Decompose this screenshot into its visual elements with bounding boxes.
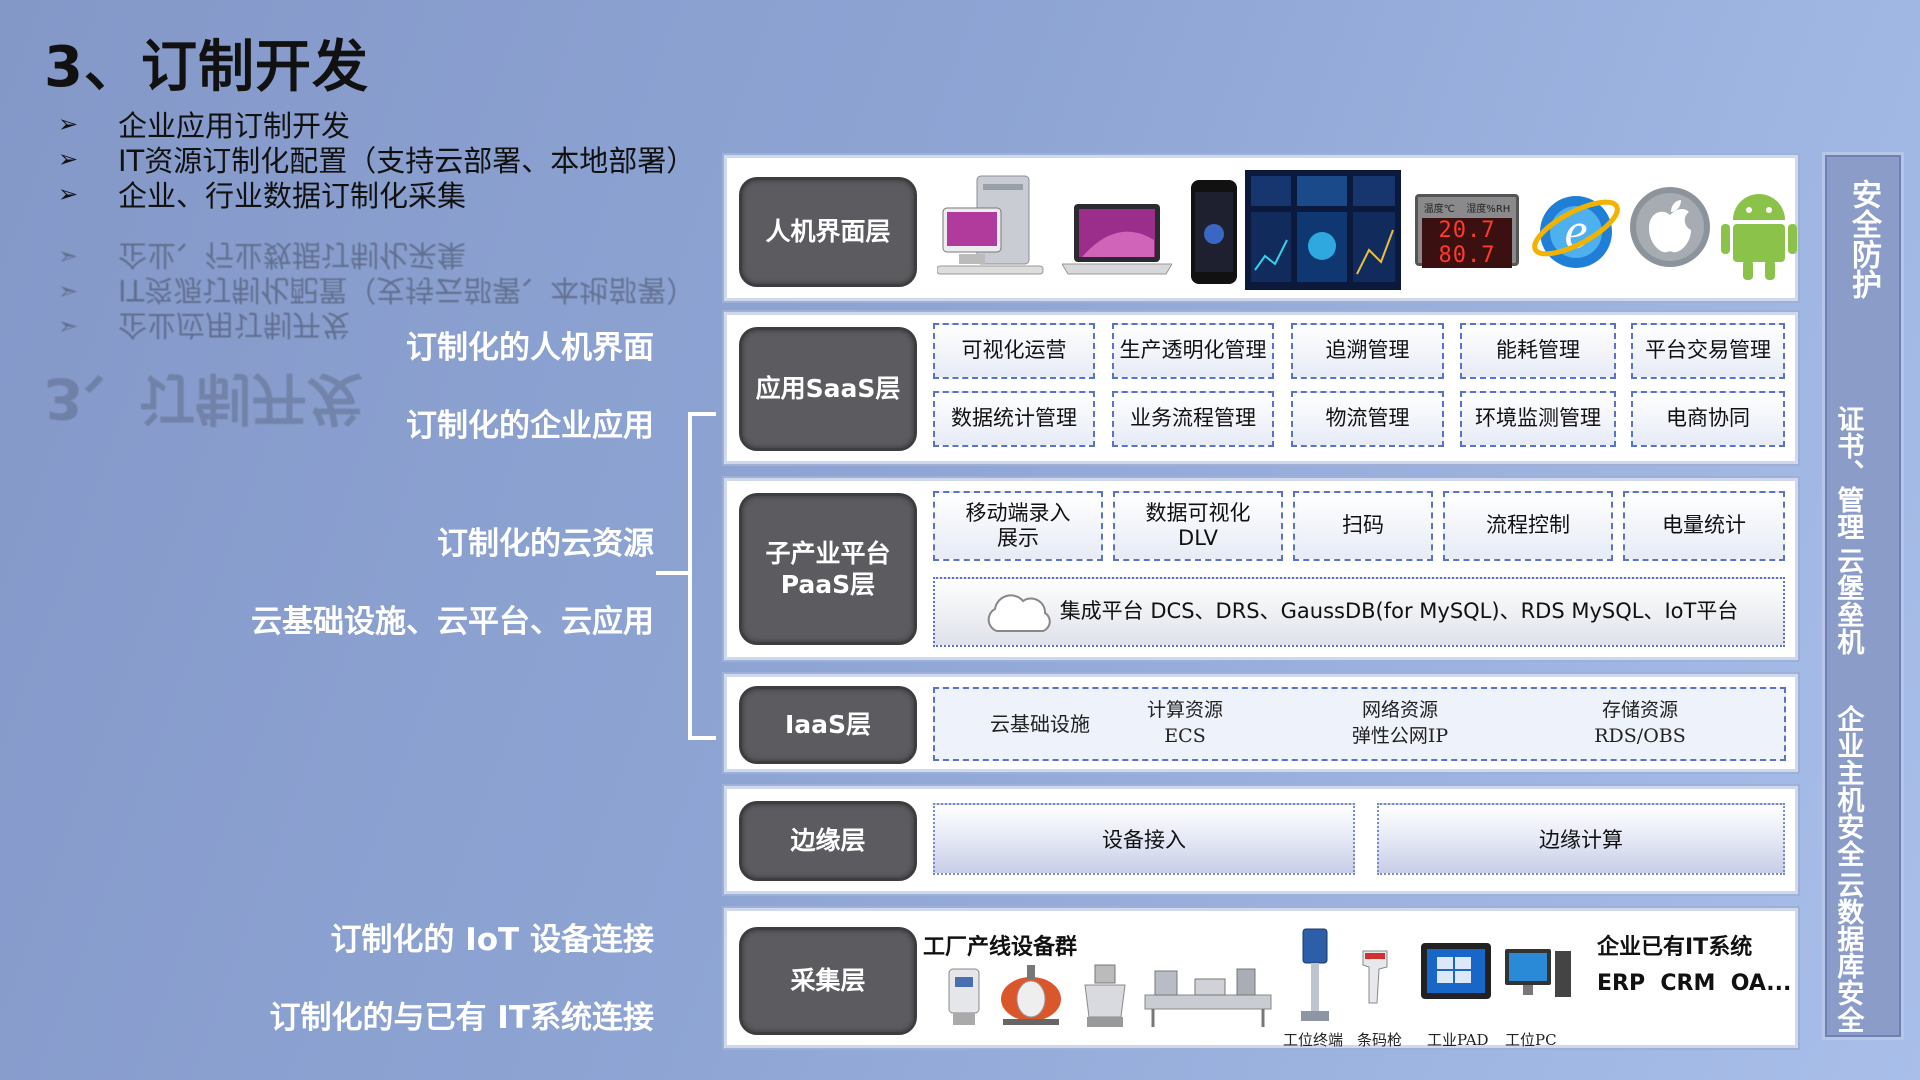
printer-machine-icon (948, 968, 980, 1025)
layer-edge: 边缘层 设备接入 边缘计算 (724, 786, 1798, 894)
saas-module: 追溯管理 (1291, 323, 1444, 379)
network-resource: 网络资源 弹性公网IP (1351, 699, 1449, 747)
label-iot: 订制化的 IoT 设备连接 (330, 922, 654, 958)
layer-hmi: 人机界面层 温度℃ 湿度%RH 20.7 80.7 e (724, 155, 1798, 301)
production-line-icon (1144, 968, 1272, 1027)
label-hmi: 订制化的人机界面 (406, 330, 654, 366)
saas-module: 业务流程管理 (1112, 391, 1274, 447)
layer-label-edge: 边缘层 (739, 801, 917, 881)
layer-label-collect: 采集层 (739, 927, 917, 1035)
page-title: 3、订制开发 (44, 35, 369, 100)
saas-module: 能耗管理 (1460, 323, 1616, 379)
industrial-pc-icon (1505, 949, 1571, 997)
layer-iaas: IaaS层 云基础设施 计算资源 ECS 网络资源 弹性公网IP 存储资源 RDS/O… (724, 674, 1798, 772)
security-item: 企业主机安全 (1832, 705, 1864, 867)
bullet-item: ➢ 企业、行业数据订制化采集 (58, 178, 467, 213)
security-item: 云堡垒机 (1832, 547, 1864, 655)
boiler-icon (1001, 965, 1061, 1025)
arrow-bullet-icon: ➢ (58, 109, 79, 138)
saas-module: 电商协同 (1631, 391, 1785, 447)
saas-module: 平台交易管理 (1631, 323, 1785, 379)
saas-module: 环境监测管理 (1460, 391, 1616, 447)
laptop-icon (1062, 204, 1172, 275)
cloud-infra-label: 云基础设施 (990, 711, 1090, 736)
bracket-line (688, 412, 716, 740)
security-item: 证书、管理 (1832, 405, 1864, 540)
arrow-bullet-icon: ➢ (58, 144, 79, 173)
title-reflection: 3、订制开发 (44, 365, 363, 430)
label-infra: 云基础设施、云平台、云应用 (251, 604, 654, 640)
device-label: 工位终端 (1283, 1031, 1344, 1049)
edge-computing-box: 边缘计算 (1377, 803, 1785, 875)
industrial-pad-icon (1421, 943, 1491, 999)
arrow-bullet-icon: ➢ (58, 179, 79, 208)
existing-it-title: 企业已有IT系统 (1597, 935, 1753, 960)
dashboard-screen-icon (1245, 170, 1401, 290)
security-column: 安全防护 证书、管理 云堡垒机 企业主机安全 云数据库安全 (1822, 152, 1904, 1040)
layer-label-paas: 子产业平台 PaaS层 (739, 493, 917, 645)
layer-label-iaas: IaaS层 (739, 686, 917, 764)
factory-equipment-title: 工厂产线设备群 (923, 935, 1078, 960)
internet-explorer-icon: e (1532, 196, 1620, 268)
security-title: 安全防护 (1846, 179, 1881, 299)
paas-module: 流程控制 (1443, 491, 1613, 561)
apple-icon (1630, 187, 1710, 267)
paas-module: 数据可视化 DLV (1113, 491, 1283, 561)
layer-collect: 采集层 工厂产线设备群 工位终端 条码枪 工业PAD 工位PC 企业已有IT系统… (724, 908, 1798, 1049)
mixer-machine-icon (1084, 964, 1126, 1027)
layer-label-saas: 应用SaaS层 (739, 327, 917, 451)
label-cloud: 订制化的云资源 (437, 526, 654, 562)
iaas-resources: 云基础设施 计算资源 ECS 网络资源 弹性公网IP 存储资源 RDS/OBS (933, 687, 1786, 761)
paas-module: 扫码 (1293, 491, 1433, 561)
barcode-scanner-icon (1362, 950, 1388, 1004)
workstation-terminal-icon (1301, 928, 1329, 1021)
layer-saas: 应用SaaS层 可视化运营 生产透明化管理 追溯管理 能耗管理 平台交易管理 数… (724, 312, 1798, 464)
device-access-box: 设备接入 (933, 803, 1355, 875)
label-it: 订制化的与已有 IT系统连接 (269, 1000, 654, 1036)
existing-it-systems: ERP CRM OA... (1597, 971, 1792, 996)
label-app: 订制化的企业应用 (406, 408, 654, 444)
bullet-list: ➢ 企业应用订制开发 ➢ IT资源订制化配置（支持云部署、本地部署） ➢ 企业、行业数… (58, 106, 718, 213)
device-label: 条码枪 (1357, 1031, 1403, 1049)
saas-module: 数据统计管理 (933, 391, 1095, 447)
bullet-item: ➢ IT资源订制化配置（支持云部署、本地部署） (58, 143, 696, 178)
saas-module: 可视化运营 (933, 323, 1095, 379)
integration-platform: 集成平台 DCS、DRS、GaussDB(for MySQL)、RDS MySQ… (933, 577, 1785, 647)
led-display-icon: 温度℃ 湿度%RH 20.7 80.7 (1415, 194, 1519, 268)
cloud-icon (987, 594, 1051, 632)
bullet-item: ➢ 企业应用订制开发 (58, 108, 351, 143)
compute-resource: 计算资源 ECS (1146, 699, 1223, 747)
saas-module: 物流管理 (1291, 391, 1444, 447)
bracket-tick (656, 571, 690, 575)
security-item: 云数据库安全 (1832, 871, 1864, 1033)
layer-paas: 子产业平台 PaaS层 移动端录入 展示 数据可视化 DLV 扫码 流程控制 电… (724, 478, 1798, 660)
android-icon (1721, 194, 1797, 280)
device-label: 工位PC (1505, 1031, 1557, 1049)
saas-module: 生产透明化管理 (1112, 323, 1274, 379)
paas-module: 移动端录入 展示 (933, 491, 1103, 561)
device-label: 工业PAD (1427, 1031, 1489, 1049)
layer-label-hmi: 人机界面层 (739, 177, 917, 287)
smartphone-icon (1191, 180, 1237, 284)
desktop-computer-icon (937, 175, 1044, 275)
paas-module: 电量统计 (1623, 491, 1785, 561)
storage-resource: 存储资源 RDS/OBS (1594, 699, 1686, 747)
